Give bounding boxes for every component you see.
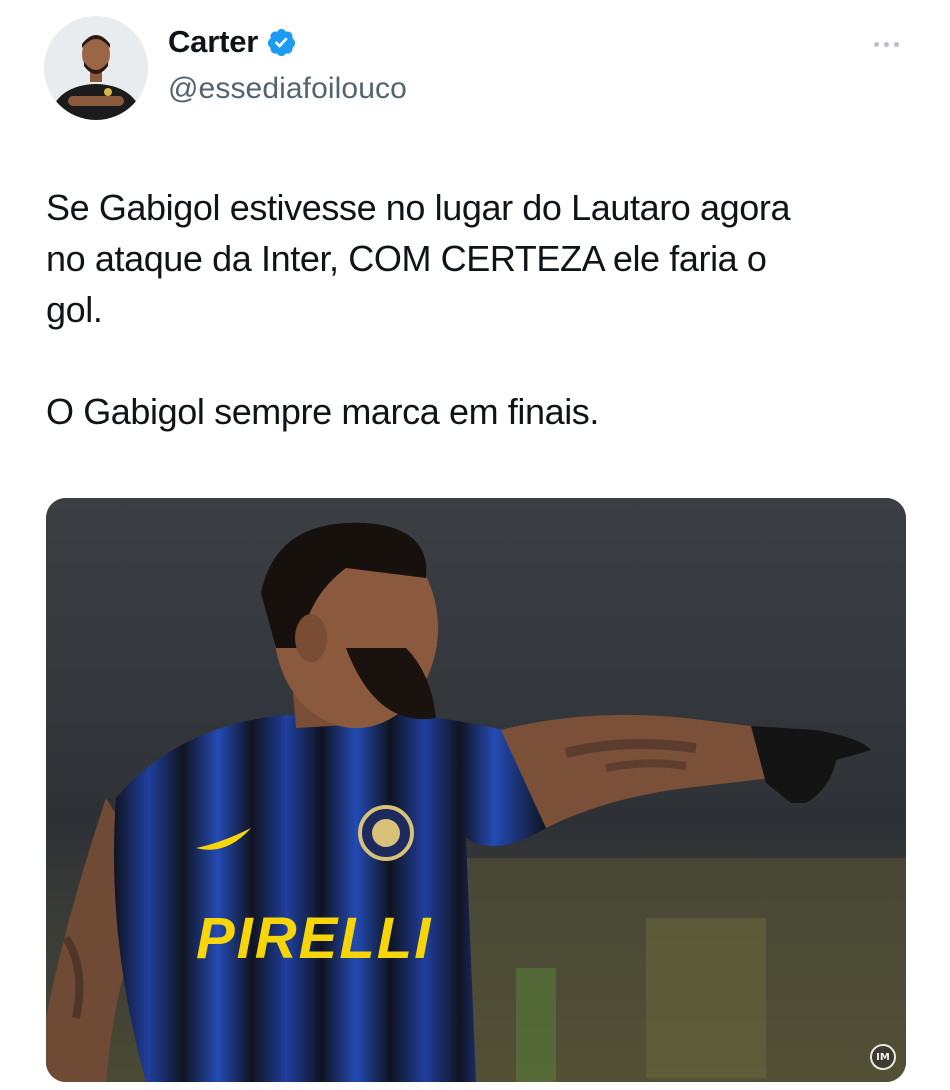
tweet-text: Se Gabigol estivesse no lugar do Lautaro…: [46, 187, 791, 432]
more-dot: [883, 41, 889, 47]
tweet-media[interactable]: PIRELLI IM: [46, 498, 906, 1082]
more-options-button[interactable]: [862, 30, 910, 58]
verified-badge-icon: [268, 28, 296, 56]
avatar[interactable]: [44, 16, 148, 120]
author-handle[interactable]: @essediafoilouco: [168, 72, 407, 106]
display-name[interactable]: Carter: [168, 24, 258, 60]
author-name-row[interactable]: Carter: [168, 24, 297, 60]
jersey-sponsor-text: PIRELLI: [196, 906, 432, 971]
more-dot: [893, 41, 899, 47]
user-avatar: [44, 16, 148, 120]
club-watermark-icon: IM: [870, 1044, 896, 1070]
more-horizontal-icon: [873, 41, 879, 47]
media-photo: PIRELLI: [46, 498, 906, 1082]
